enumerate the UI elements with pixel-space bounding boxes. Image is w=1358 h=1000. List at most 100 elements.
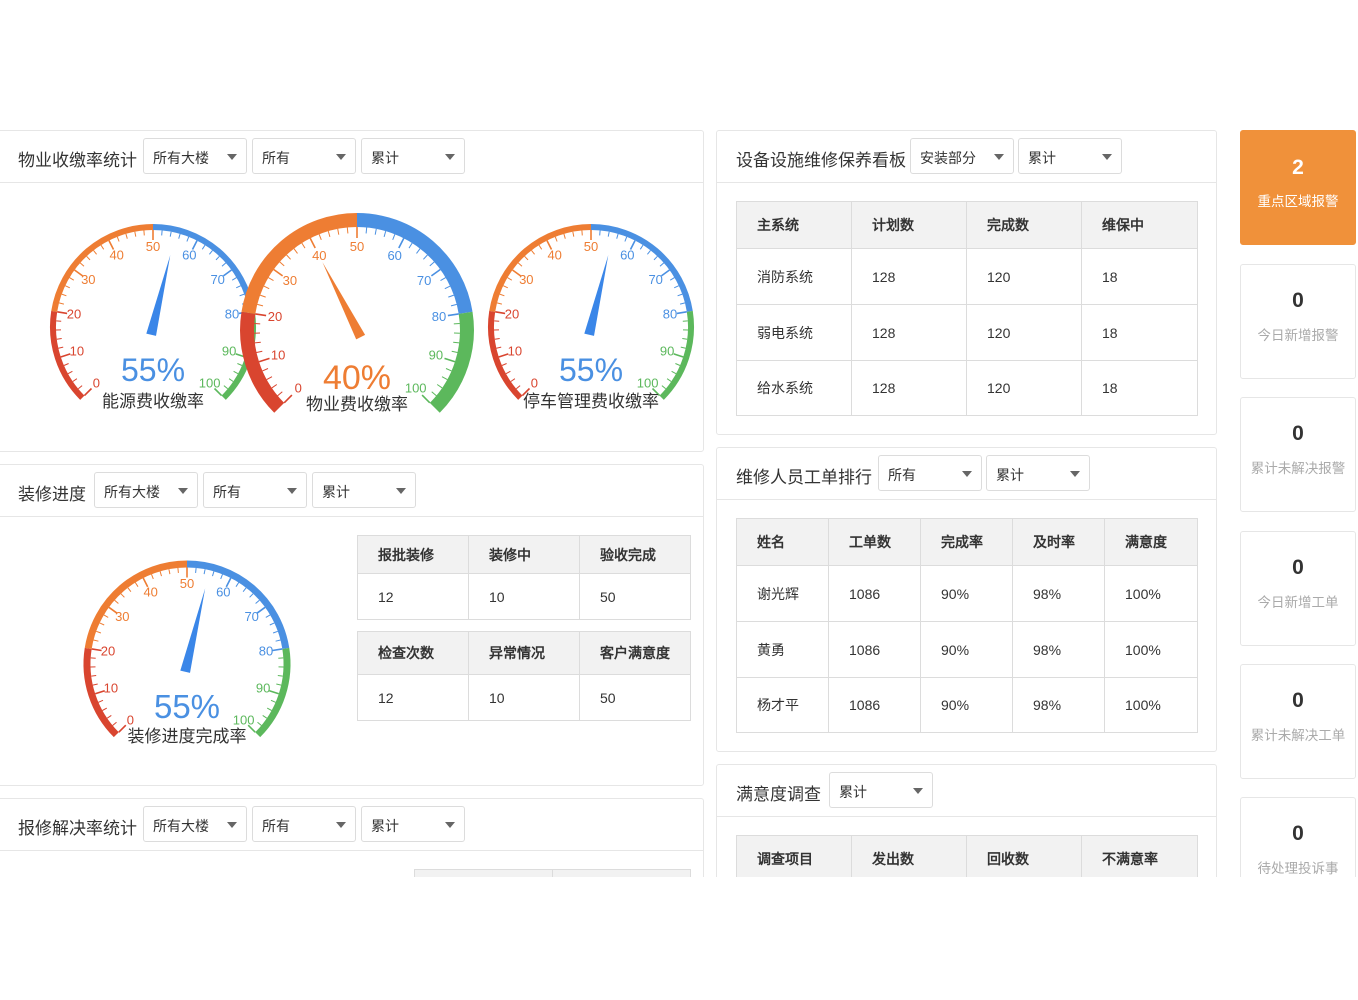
period-select[interactable]: 累计	[312, 472, 416, 508]
table-cell: 128	[851, 304, 967, 361]
gauge-tick-label: 70	[417, 273, 431, 288]
kpi-card-pending-complaints[interactable]: 0 待处理投诉事	[1240, 797, 1356, 877]
gauge-tick-label: 20	[268, 309, 282, 324]
renovation-status-table: 报批装修 装修中 验收完成 12 10 50	[357, 535, 691, 620]
gauge-minor-tick	[186, 236, 190, 242]
gauge-tick-label: 20	[505, 307, 519, 322]
period-select[interactable]: 累计	[1018, 138, 1122, 174]
gauge-arc-orange	[51, 224, 154, 312]
period-select[interactable]: 累计	[361, 138, 465, 174]
table-cell: 120	[966, 360, 1082, 416]
scope-select[interactable]: 所有	[878, 455, 982, 491]
gauge-minor-tick	[680, 346, 686, 349]
kpi-card-unresolved-orders[interactable]: 0 累计未解决工单	[1240, 664, 1356, 779]
gauge-tick-label: 50	[584, 239, 598, 254]
kpi-value: 0	[1292, 556, 1304, 579]
gauge-minor-tick	[86, 255, 91, 261]
building-select[interactable]: 所有大楼	[143, 806, 247, 842]
table-cell: 120	[966, 304, 1082, 361]
gauge-minor-tick	[337, 228, 340, 235]
gauge-minor-tick	[99, 622, 105, 626]
column-divider	[552, 870, 553, 877]
table-cell: 谢光辉	[736, 565, 829, 622]
chevron-down-icon	[396, 488, 406, 494]
gauge-minor-tick	[392, 234, 396, 240]
table-cell: 给水系统	[736, 360, 852, 416]
gauge-minor-tick	[69, 277, 75, 281]
gauge-minor-tick	[259, 294, 266, 298]
gauge-tick-label: 60	[387, 248, 401, 263]
gauge-tick-label: 100	[405, 381, 427, 396]
kpi-card-new-orders-today[interactable]: 0 今日新增工单	[1240, 531, 1356, 646]
scope-select[interactable]: 所有	[252, 138, 356, 174]
panel-title: 装修进度	[18, 485, 86, 504]
kpi-label: 今日新增工单	[1257, 595, 1339, 610]
gauge-tick-label: 40	[109, 248, 123, 263]
gauge-major-tick	[495, 311, 506, 315]
gauge-tick-label: 30	[81, 272, 95, 287]
gauge-tick-label: 40	[312, 248, 326, 263]
repair-panel: 报修解决率统计 所有大楼 所有 累计	[0, 798, 704, 877]
gauge-tick-label: 0	[127, 713, 134, 728]
kpi-card-unresolved-alarms[interactable]: 0 累计未解决报警	[1240, 397, 1356, 512]
table-cell: 100%	[1104, 565, 1198, 622]
select-value: 所有大楼	[153, 150, 209, 166]
gauge-minor-tick	[327, 230, 331, 238]
gauge-minor-tick	[669, 277, 675, 281]
gauge-minor-tick	[445, 368, 452, 372]
select-value: 累计	[371, 818, 399, 834]
gauge-needle	[180, 588, 206, 673]
renovation-gauge: 0 10 20 30 40 50 60 70 80 90 100 55% 装修进度完成率	[83, 560, 291, 746]
gauge-minor-tick	[100, 244, 105, 250]
gauge-minor-tick	[58, 302, 65, 305]
kpi-value: 2	[1292, 156, 1304, 179]
chevron-down-icon	[445, 822, 455, 828]
gauge-tick-label: 60	[182, 248, 196, 263]
gauge-value: 55%	[121, 352, 185, 388]
property-fee-gauge: 0 10 20 30 40 50 60 70 80 90 100 40%物业费收缴率	[240, 213, 474, 414]
table-cell: 120	[966, 248, 1082, 305]
period-select[interactable]: 累计	[986, 455, 1090, 491]
chevron-down-icon	[178, 488, 188, 494]
table-cell: 1086	[828, 677, 921, 733]
gauge-tick-label: 10	[70, 344, 84, 359]
gauge-minor-tick	[666, 378, 672, 382]
gauge-minor-tick	[177, 567, 179, 573]
table-header: 客户满意度	[579, 631, 691, 675]
table-cell: 18	[1081, 248, 1198, 305]
kpi-value: 0	[1292, 822, 1304, 845]
kpi-card-new-alarms-today[interactable]: 0 今日新增报警	[1240, 264, 1356, 379]
building-select[interactable]: 所有大楼	[94, 472, 198, 508]
department-select[interactable]: 安装部分	[910, 138, 1014, 174]
kpi-value: 0	[1292, 689, 1304, 712]
gauge-minor-tick	[64, 285, 71, 289]
period-select[interactable]: 累计	[829, 772, 933, 808]
gauge-minor-tick	[675, 363, 681, 366]
ranking-table: 姓名 工单数 完成率 及时率 满意度 谢光辉 1086 90% 98% 100%…	[736, 518, 1198, 733]
gauge-minor-tick	[212, 571, 215, 577]
chevron-down-icon	[336, 154, 346, 160]
gauge-tick-label: 70	[210, 272, 224, 287]
gauge-tick-label: 0	[531, 376, 538, 391]
table-row: 弱电系统 128 120 18	[736, 304, 1198, 361]
table-header: 检查次数	[357, 631, 469, 675]
gauge-minor-tick	[279, 261, 285, 267]
gauge-minor-tick	[106, 714, 112, 719]
gauge-minor-tick	[276, 683, 282, 686]
scope-select[interactable]: 所有	[203, 472, 307, 508]
gauge-major-tick	[57, 311, 68, 315]
gauge-minor-tick	[659, 262, 665, 267]
building-select[interactable]: 所有大楼	[143, 138, 247, 174]
chevron-down-icon	[445, 154, 455, 160]
gauge-minor-tick	[134, 231, 137, 237]
scope-select[interactable]: 所有	[252, 806, 356, 842]
panel-title: 维修人员工单排行	[736, 468, 872, 487]
table-header: 姓名	[736, 518, 829, 566]
table-cell: 90%	[920, 621, 1013, 678]
gauge-minor-tick	[63, 363, 69, 366]
period-select[interactable]: 累计	[361, 806, 465, 842]
gauge-minor-tick	[301, 242, 306, 249]
gauge-tick-label: 30	[283, 273, 297, 288]
gauge-minor-tick	[448, 294, 455, 298]
kpi-card-key-area-alarm[interactable]: 2 重点区域报警	[1240, 130, 1356, 245]
